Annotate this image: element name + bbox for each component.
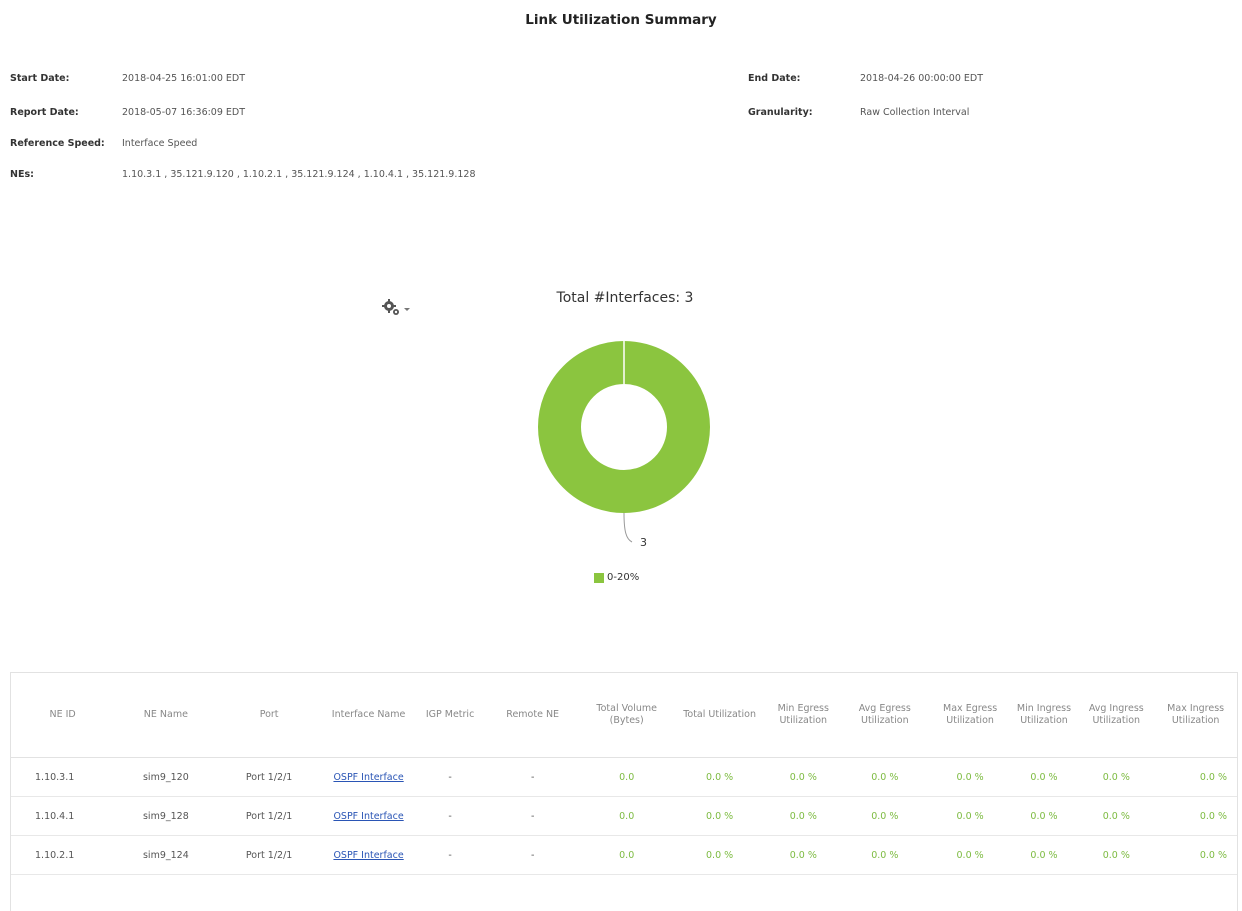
reference-speed-label: Reference Speed: [10, 138, 105, 149]
cell-ne-id: 1.10.4.1 [11, 796, 115, 836]
report-title: Link Utilization Summary [525, 12, 717, 28]
cell-ne-name: sim9_128 [114, 796, 218, 836]
cell-avg-ingress: 0.0 % [1078, 796, 1155, 836]
cell-igp-metric: - [416, 835, 484, 875]
gears-icon [382, 299, 410, 315]
cell-total-volume: 0.0 [581, 796, 672, 836]
granularity-label: Granularity: [748, 107, 813, 118]
col-ne-name[interactable]: NE Name [114, 673, 218, 758]
cell-max-egress: 0.0 % [930, 757, 1010, 797]
col-total-volume[interactable]: Total Volume (Bytes) [581, 673, 672, 758]
col-ne-id[interactable]: NE ID [11, 673, 115, 758]
cell-min-egress: 0.0 % [767, 796, 840, 836]
chart-title: Total #Interfaces: 3 [556, 290, 694, 306]
cell-max-ingress: 0.0 % [1154, 835, 1237, 875]
cell-port: Port 1/2/1 [217, 835, 321, 875]
interface-link[interactable]: OSPF Interface [333, 772, 403, 783]
cell-ne-name: sim9_120 [114, 757, 218, 797]
col-max-egress[interactable]: Max Egress Utilization [930, 673, 1010, 758]
cell-avg-egress: 0.0 % [839, 835, 931, 875]
cell-ne-name: sim9_124 [114, 835, 218, 875]
end-date-label: End Date: [748, 73, 801, 84]
chevron-down-icon [404, 308, 410, 311]
cell-min-ingress: 0.0 % [1009, 757, 1079, 797]
cell-igp-metric: - [416, 796, 484, 836]
data-label: 3 [640, 536, 647, 549]
col-avg-ingress[interactable]: Avg Ingress Utilization [1078, 673, 1155, 758]
cell-total-utilization: 0.0 % [671, 835, 768, 875]
col-max-ingress[interactable]: Max Ingress Utilization [1154, 673, 1237, 758]
utilization-table: NE ID NE Name Port Interface Name IGP Me… [10, 672, 1238, 911]
cell-remote-ne: - [483, 796, 582, 836]
cell-remote-ne: - [483, 757, 582, 797]
cell-max-egress: 0.0 % [930, 796, 1010, 836]
cell-port: Port 1/2/1 [217, 796, 321, 836]
col-min-ingress[interactable]: Min Ingress Utilization [1009, 673, 1079, 758]
donut-slice[interactable] [538, 341, 710, 513]
end-date-value: 2018-04-26 00:00:00 EDT [860, 73, 984, 84]
col-min-egress[interactable]: Min Egress Utilization [767, 673, 840, 758]
cell-total-volume: 0.0 [581, 835, 672, 875]
table-row: 1.10.4.1 sim9_128 Port 1/2/1 OSPF Interf… [11, 796, 1237, 836]
col-remote-ne[interactable]: Remote NE [483, 673, 582, 758]
table-header-row: NE ID NE Name Port Interface Name IGP Me… [11, 673, 1237, 758]
cell-min-egress: 0.0 % [767, 835, 840, 875]
interface-link[interactable]: OSPF Interface [333, 811, 403, 822]
reference-speed-value: Interface Speed [122, 138, 198, 149]
nes-label: NEs: [10, 169, 34, 180]
nes-value: 1.10.3.1 , 35.121.9.120 , 1.10.2.1 , 35.… [122, 169, 476, 180]
legend-label: 0-20% [607, 572, 640, 583]
legend-swatch [594, 572, 604, 583]
col-interface-name[interactable]: Interface Name [320, 673, 417, 758]
start-date-label: Start Date: [10, 73, 70, 84]
cell-avg-ingress: 0.0 % [1078, 835, 1155, 875]
cell-remote-ne: - [483, 835, 582, 875]
cell-min-egress: 0.0 % [767, 757, 840, 797]
cell-igp-metric: - [416, 757, 484, 797]
cell-max-ingress: 0.0 % [1154, 757, 1237, 797]
col-port[interactable]: Port [217, 673, 321, 758]
granularity-value: Raw Collection Interval [860, 107, 970, 118]
chart-options-button[interactable] [380, 296, 414, 318]
report-date-label: Report Date: [10, 107, 79, 118]
chart-legend[interactable]: 0-20% [594, 572, 639, 583]
cell-ne-id: 1.10.3.1 [11, 757, 115, 797]
col-igp-metric[interactable]: IGP Metric [416, 673, 484, 758]
cell-max-ingress: 0.0 % [1154, 796, 1237, 836]
cell-min-ingress: 0.0 % [1009, 796, 1079, 836]
col-total-utilization[interactable]: Total Utilization [671, 673, 768, 758]
cell-max-egress: 0.0 % [930, 835, 1010, 875]
cell-avg-egress: 0.0 % [839, 796, 931, 836]
cell-min-ingress: 0.0 % [1009, 835, 1079, 875]
table-row: 1.10.3.1 sim9_120 Port 1/2/1 OSPF Interf… [11, 757, 1237, 797]
col-avg-egress[interactable]: Avg Egress Utilization [839, 673, 931, 758]
cell-total-volume: 0.0 [581, 757, 672, 797]
start-date-value: 2018-04-25 16:01:00 EDT [122, 73, 246, 84]
cell-avg-ingress: 0.0 % [1078, 757, 1155, 797]
cell-total-utilization: 0.0 % [671, 757, 768, 797]
interface-link[interactable]: OSPF Interface [333, 850, 403, 861]
cell-port: Port 1/2/1 [217, 757, 321, 797]
table-row: 1.10.2.1 sim9_124 Port 1/2/1 OSPF Interf… [11, 835, 1237, 875]
cell-ne-id: 1.10.2.1 [11, 835, 115, 875]
report-date-value: 2018-05-07 16:36:09 EDT [122, 107, 246, 118]
cell-total-utilization: 0.0 % [671, 796, 768, 836]
cell-avg-egress: 0.0 % [839, 757, 931, 797]
data-label-leader [623, 512, 633, 543]
